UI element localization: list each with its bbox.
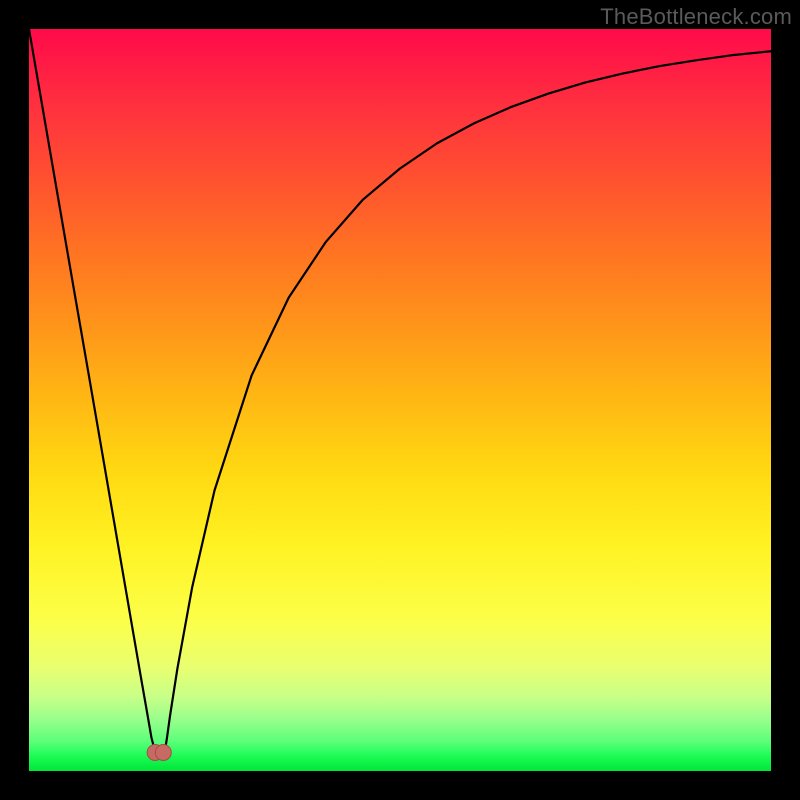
chart-frame: TheBottleneck.com [0, 0, 800, 800]
watermark-text: TheBottleneck.com [600, 4, 792, 30]
bottleneck-curve [29, 29, 771, 771]
curve-marker [155, 744, 171, 760]
